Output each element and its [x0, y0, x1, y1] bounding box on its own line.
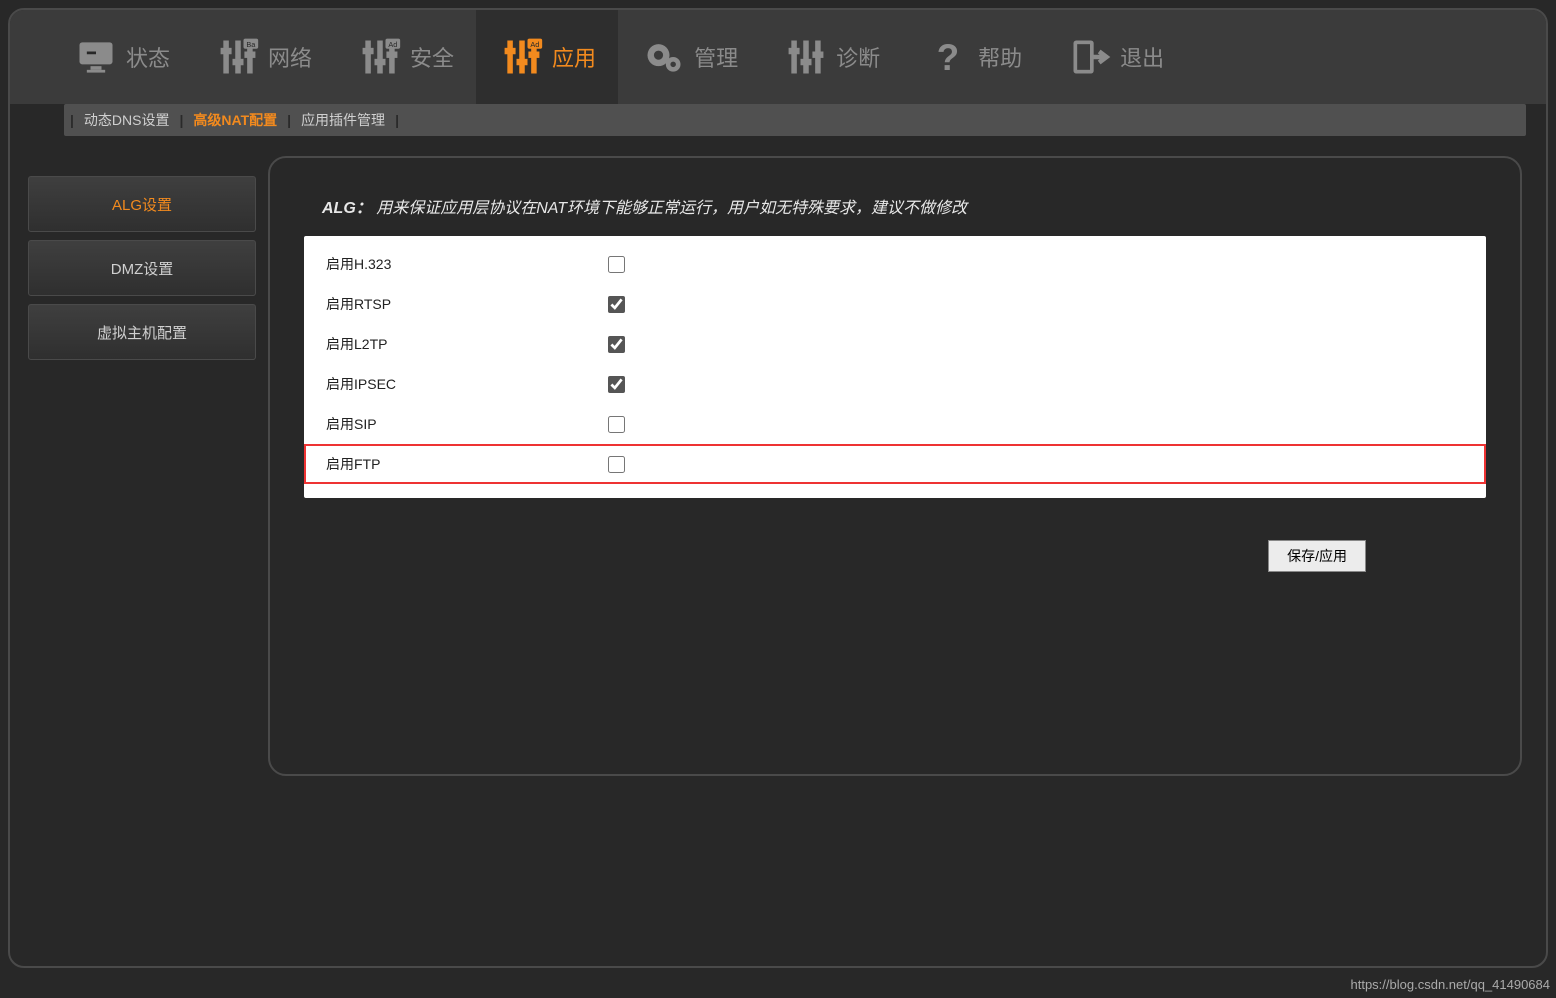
- option-label: 启用H.323: [326, 254, 608, 274]
- topnav-item-0[interactable]: 状态: [50, 10, 192, 104]
- option-row-3: 启用IPSEC: [304, 364, 1486, 404]
- option-checkbox-4[interactable]: [608, 416, 625, 433]
- topnav-item-6[interactable]: ? 帮助: [902, 10, 1044, 104]
- sidebar-item-2[interactable]: 虚拟主机配置: [28, 304, 256, 360]
- top-nav: 状态 Ba 网络 Ad 安全 Ad 应用 管理 诊断? 帮助 退出: [10, 10, 1546, 104]
- option-row-0: 启用H.323: [304, 244, 1486, 284]
- sliders-icon: [782, 33, 830, 81]
- sidebar: ALG设置 DMZ设置虚拟主机配置: [28, 176, 256, 776]
- monitor-icon: [72, 33, 120, 81]
- save-apply-button[interactable]: 保存/应用: [1268, 540, 1366, 572]
- svg-text:Ad: Ad: [388, 40, 397, 49]
- subnav-item-1[interactable]: 高级NAT配置: [189, 110, 281, 130]
- topnav-label: 应用: [552, 41, 596, 73]
- option-checkbox-1[interactable]: [608, 296, 625, 313]
- option-label: 启用IPSEC: [326, 374, 608, 394]
- svg-text:?: ?: [937, 37, 959, 78]
- topnav-item-7[interactable]: 退出: [1044, 10, 1186, 104]
- sidebar-item-0[interactable]: ALG设置: [28, 176, 256, 232]
- sub-nav: |动态DNS设置|高级NAT配置|应用插件管理|: [64, 104, 1526, 136]
- option-checkbox-5[interactable]: [608, 456, 625, 473]
- option-row-4: 启用SIP: [304, 404, 1486, 444]
- sidebar-item-1[interactable]: DMZ设置: [28, 240, 256, 296]
- option-label: 启用SIP: [326, 414, 608, 434]
- topnav-label: 诊断: [836, 41, 880, 73]
- sliders-ba-icon: Ba: [214, 33, 262, 81]
- subnav-item-0[interactable]: 动态DNS设置: [80, 110, 174, 130]
- topnav-label: 网络: [268, 41, 312, 73]
- topnav-label: 帮助: [978, 41, 1022, 73]
- option-row-2: 启用L2TP: [304, 324, 1486, 364]
- app-frame: 状态 Ba 网络 Ad 安全 Ad 应用 管理 诊断? 帮助 退出 |动态DNS设置|高级NAT配置…: [8, 8, 1548, 968]
- hint-prefix: ALG：: [322, 200, 372, 217]
- option-row-1: 启用RTSP: [304, 284, 1486, 324]
- sliders-ad-icon: Ad: [498, 33, 546, 81]
- option-checkbox-3[interactable]: [608, 376, 625, 393]
- topnav-label: 状态: [126, 41, 170, 73]
- topnav-item-2[interactable]: Ad 安全: [334, 10, 476, 104]
- exit-icon: [1066, 33, 1114, 81]
- option-row-5: 启用FTP: [304, 444, 1486, 484]
- topnav-item-5[interactable]: 诊断: [760, 10, 902, 104]
- option-label: 启用FTP: [326, 454, 608, 474]
- watermark: https://blog.csdn.net/qq_41490684: [1351, 977, 1551, 992]
- option-checkbox-2[interactable]: [608, 336, 625, 353]
- topnav-label: 退出: [1120, 41, 1164, 73]
- gears-icon: [640, 33, 688, 81]
- alg-description: ALG： 用来保证应用层协议在NAT环境下能够正常运行，用户如无特殊要求，建议不…: [322, 194, 1486, 218]
- option-label: 启用RTSP: [326, 294, 608, 314]
- topnav-item-4[interactable]: 管理: [618, 10, 760, 104]
- subnav-item-2[interactable]: 应用插件管理: [297, 110, 389, 130]
- question-icon: ?: [924, 33, 972, 81]
- sliders-ad-icon: Ad: [356, 33, 404, 81]
- option-checkbox-0[interactable]: [608, 256, 625, 273]
- svg-text:Ba: Ba: [246, 40, 256, 49]
- svg-text:Ad: Ad: [530, 40, 539, 49]
- alg-options-table: 启用H.323 启用RTSP 启用L2TP 启用IPSEC 启用SIP 启用FTP: [304, 236, 1486, 498]
- topnav-label: 管理: [694, 41, 738, 73]
- topnav-item-1[interactable]: Ba 网络: [192, 10, 334, 104]
- topnav-label: 安全: [410, 41, 454, 73]
- option-label: 启用L2TP: [326, 334, 608, 354]
- content-panel: ALG： 用来保证应用层协议在NAT环境下能够正常运行，用户如无特殊要求，建议不…: [268, 156, 1522, 776]
- hint-body: 用来保证应用层协议在NAT环境下能够正常运行，用户如无特殊要求，建议不做修改: [376, 200, 967, 217]
- topnav-item-3[interactable]: Ad 应用: [476, 10, 618, 104]
